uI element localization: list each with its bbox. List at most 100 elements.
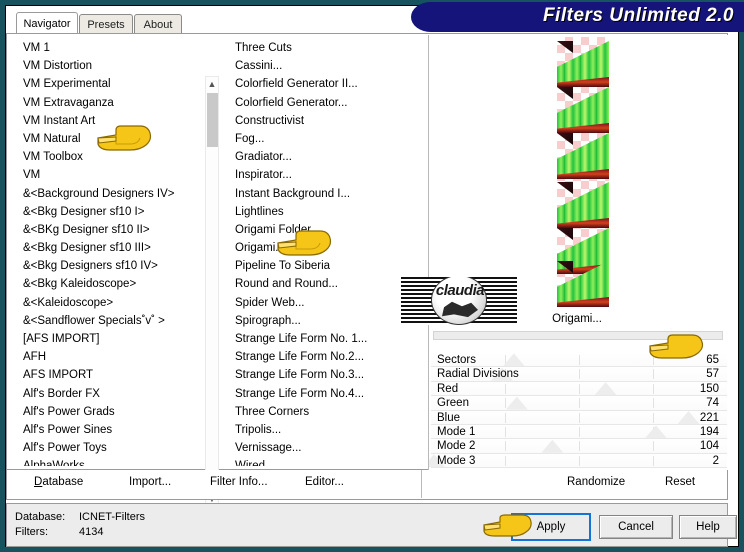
slider-value: 150 bbox=[699, 382, 719, 395]
filter-item-label: Three Cuts bbox=[235, 42, 292, 54]
filter-item[interactable]: Strange Life Form No.2... bbox=[229, 348, 425, 366]
category-item[interactable]: AlphaWorks bbox=[15, 457, 205, 466]
category-item-label: &<Bkg Designers sf10 IV> bbox=[23, 260, 158, 273]
filter-item[interactable]: Strange Life Form No.3... bbox=[229, 366, 425, 384]
category-item-label: &<Sandflower Specials˚v˚ > bbox=[23, 314, 165, 327]
filter-item[interactable]: Lightlines bbox=[229, 203, 425, 221]
filter-item[interactable]: Colorfield Generator II... bbox=[229, 75, 425, 93]
category-item[interactable]: &<Background Designers IV> bbox=[15, 185, 205, 203]
slider-tick bbox=[653, 455, 654, 466]
scroll-up-icon[interactable]: ▲ bbox=[206, 77, 218, 91]
slider-label: Blue bbox=[437, 411, 461, 424]
parameter-slider-row[interactable]: Radial Divisions 57 bbox=[431, 367, 727, 382]
category-item[interactable]: Alf's Border FX bbox=[15, 385, 205, 403]
parameter-slider-row[interactable]: Green 74 bbox=[431, 396, 727, 411]
category-item[interactable]: &<Sandflower Specials˚v˚ > bbox=[15, 312, 205, 330]
toolbar-database-button[interactable]: Database bbox=[34, 476, 83, 488]
category-item-label: VM bbox=[23, 169, 41, 182]
filter-item[interactable]: Fog... bbox=[229, 130, 425, 148]
slider-tick bbox=[653, 441, 654, 452]
help-button[interactable]: Help bbox=[679, 515, 737, 539]
filter-item-label: Colorfield Generator... bbox=[235, 96, 348, 109]
filter-item[interactable]: Colorfield Generator... bbox=[229, 94, 425, 112]
toolbar-filter-info-button[interactable]: Filter Info... bbox=[210, 476, 268, 488]
tab-navigator-label: Navigator bbox=[23, 17, 71, 30]
tab-presets[interactable]: Presets bbox=[79, 14, 133, 34]
filter-item[interactable]: Three Corners bbox=[229, 403, 425, 421]
filter-item[interactable]: Round and Round... bbox=[229, 275, 425, 293]
filter-preview[interactable] bbox=[431, 37, 727, 309]
toolbar-import-button[interactable]: Import... bbox=[129, 476, 171, 488]
status-database-label: Database: bbox=[15, 511, 66, 523]
category-list-scrollbar[interactable]: ▲ ▼ bbox=[205, 76, 219, 507]
category-item[interactable]: Alf's Power Sines bbox=[15, 421, 205, 439]
filter-item[interactable]: Spirograph... bbox=[229, 312, 425, 330]
category-item-label: &<Background Designers IV> bbox=[23, 187, 175, 200]
filter-item[interactable]: Inspirator... bbox=[229, 166, 425, 184]
filter-item[interactable]: Cassini... bbox=[229, 57, 425, 75]
category-item[interactable]: VM 1 bbox=[15, 39, 205, 57]
toolbar-randomize-button[interactable]: Randomize bbox=[567, 476, 625, 488]
toolbar-reset-button[interactable]: Reset bbox=[665, 476, 695, 488]
filter-item[interactable]: Spider Web... bbox=[229, 294, 425, 312]
filter-item[interactable]: Three Cuts bbox=[229, 39, 425, 57]
category-item[interactable]: &<Bkg Designer sf10 III> bbox=[15, 239, 205, 257]
category-item[interactable]: Alf's Power Toys bbox=[15, 439, 205, 457]
filter-item[interactable]: Wired bbox=[229, 457, 425, 466]
category-list[interactable]: VM 1 VM Distortion VM Experimental VM Extra… bbox=[15, 39, 205, 466]
origami-cone-shape bbox=[557, 41, 609, 87]
category-item[interactable]: [AFS IMPORT] bbox=[15, 330, 205, 348]
filter-item-label: Gradiator... bbox=[235, 151, 292, 164]
filter-item[interactable]: Strange Life Form No.4... bbox=[229, 385, 425, 403]
slider-label: Mode 2 bbox=[437, 440, 476, 453]
category-item[interactable]: &<Bkg Kaleidoscope> bbox=[15, 275, 205, 293]
filter-item-label: Fog... bbox=[235, 132, 265, 145]
category-item[interactable]: VM Distortion bbox=[15, 57, 205, 75]
filter-item[interactable]: Constructivist bbox=[229, 112, 425, 130]
filter-item[interactable]: Gradiator... bbox=[229, 148, 425, 166]
filter-item[interactable]: Strange Life Form No. 1... bbox=[229, 330, 425, 348]
category-item[interactable]: VM Experimental bbox=[15, 75, 205, 93]
app-title-text: Filters Unlimited 2.0 bbox=[542, 5, 734, 26]
category-item[interactable]: VM Extravaganza bbox=[15, 94, 205, 112]
slider-value: 2 bbox=[712, 454, 719, 467]
parameter-slider-row[interactable]: Blue 221 bbox=[431, 410, 727, 425]
filter-item[interactable]: Vernissage... bbox=[229, 439, 425, 457]
filter-item-label: Spirograph... bbox=[235, 314, 301, 327]
slider-value: 74 bbox=[706, 397, 719, 410]
parameter-slider-row[interactable]: Mode 2 104 bbox=[431, 439, 727, 454]
filter-item-label: Strange Life Form No. 1... bbox=[235, 333, 368, 345]
category-item-label: &<Bkg Designer sf10 III> bbox=[23, 242, 151, 255]
scrollbar-thumb[interactable] bbox=[207, 93, 218, 147]
category-item[interactable]: &<Bkg Designer sf10 I> bbox=[15, 203, 205, 221]
category-item[interactable]: AFH bbox=[15, 348, 205, 366]
tab-about[interactable]: About bbox=[134, 14, 182, 34]
cancel-button[interactable]: Cancel bbox=[599, 515, 673, 539]
action-toolbar: Database Import... Filter Info... Editor… bbox=[6, 470, 728, 500]
pointer-hand-icon-filter bbox=[276, 229, 334, 259]
filter-item[interactable]: Tripolis... bbox=[229, 421, 425, 439]
parameter-slider-row[interactable]: Red 150 bbox=[431, 381, 727, 397]
filter-item[interactable]: Pipeline To Siberia bbox=[229, 257, 425, 275]
tab-navigator[interactable]: Navigator bbox=[16, 12, 78, 34]
filter-item[interactable]: Instant Background I... bbox=[229, 185, 425, 203]
category-item[interactable]: &<BKg Designer sf10 II> bbox=[15, 221, 205, 239]
slider-value: 194 bbox=[699, 425, 719, 438]
category-item[interactable]: AFS IMPORT bbox=[15, 366, 205, 384]
slider-tick bbox=[579, 426, 580, 437]
toolbar-editor-button[interactable]: Editor... bbox=[305, 476, 344, 488]
toolbar-editor-label: Editor... bbox=[305, 476, 344, 488]
toolbar-left-group: Database Import... Filter Info... Editor… bbox=[7, 470, 421, 498]
category-item[interactable]: &<Kaleidoscope> bbox=[15, 294, 205, 312]
category-item[interactable]: VM bbox=[15, 166, 205, 184]
slider-tick bbox=[579, 369, 580, 380]
origami-cone-shape bbox=[557, 87, 609, 133]
category-item-label: Alf's Power Sines bbox=[23, 423, 113, 436]
category-item[interactable]: Alf's Power Grads bbox=[15, 403, 205, 421]
status-filters-value: 4134 bbox=[79, 526, 104, 538]
status-database-value: ICNET-Filters bbox=[79, 511, 145, 523]
parameter-slider-row[interactable]: Mode 3 2 bbox=[429, 453, 727, 469]
category-item[interactable]: &<Bkg Designers sf10 IV> bbox=[15, 257, 205, 275]
filter-item-label: Strange Life Form No.2... bbox=[235, 351, 365, 364]
parameter-slider-row[interactable]: Mode 1 194 bbox=[431, 424, 727, 440]
